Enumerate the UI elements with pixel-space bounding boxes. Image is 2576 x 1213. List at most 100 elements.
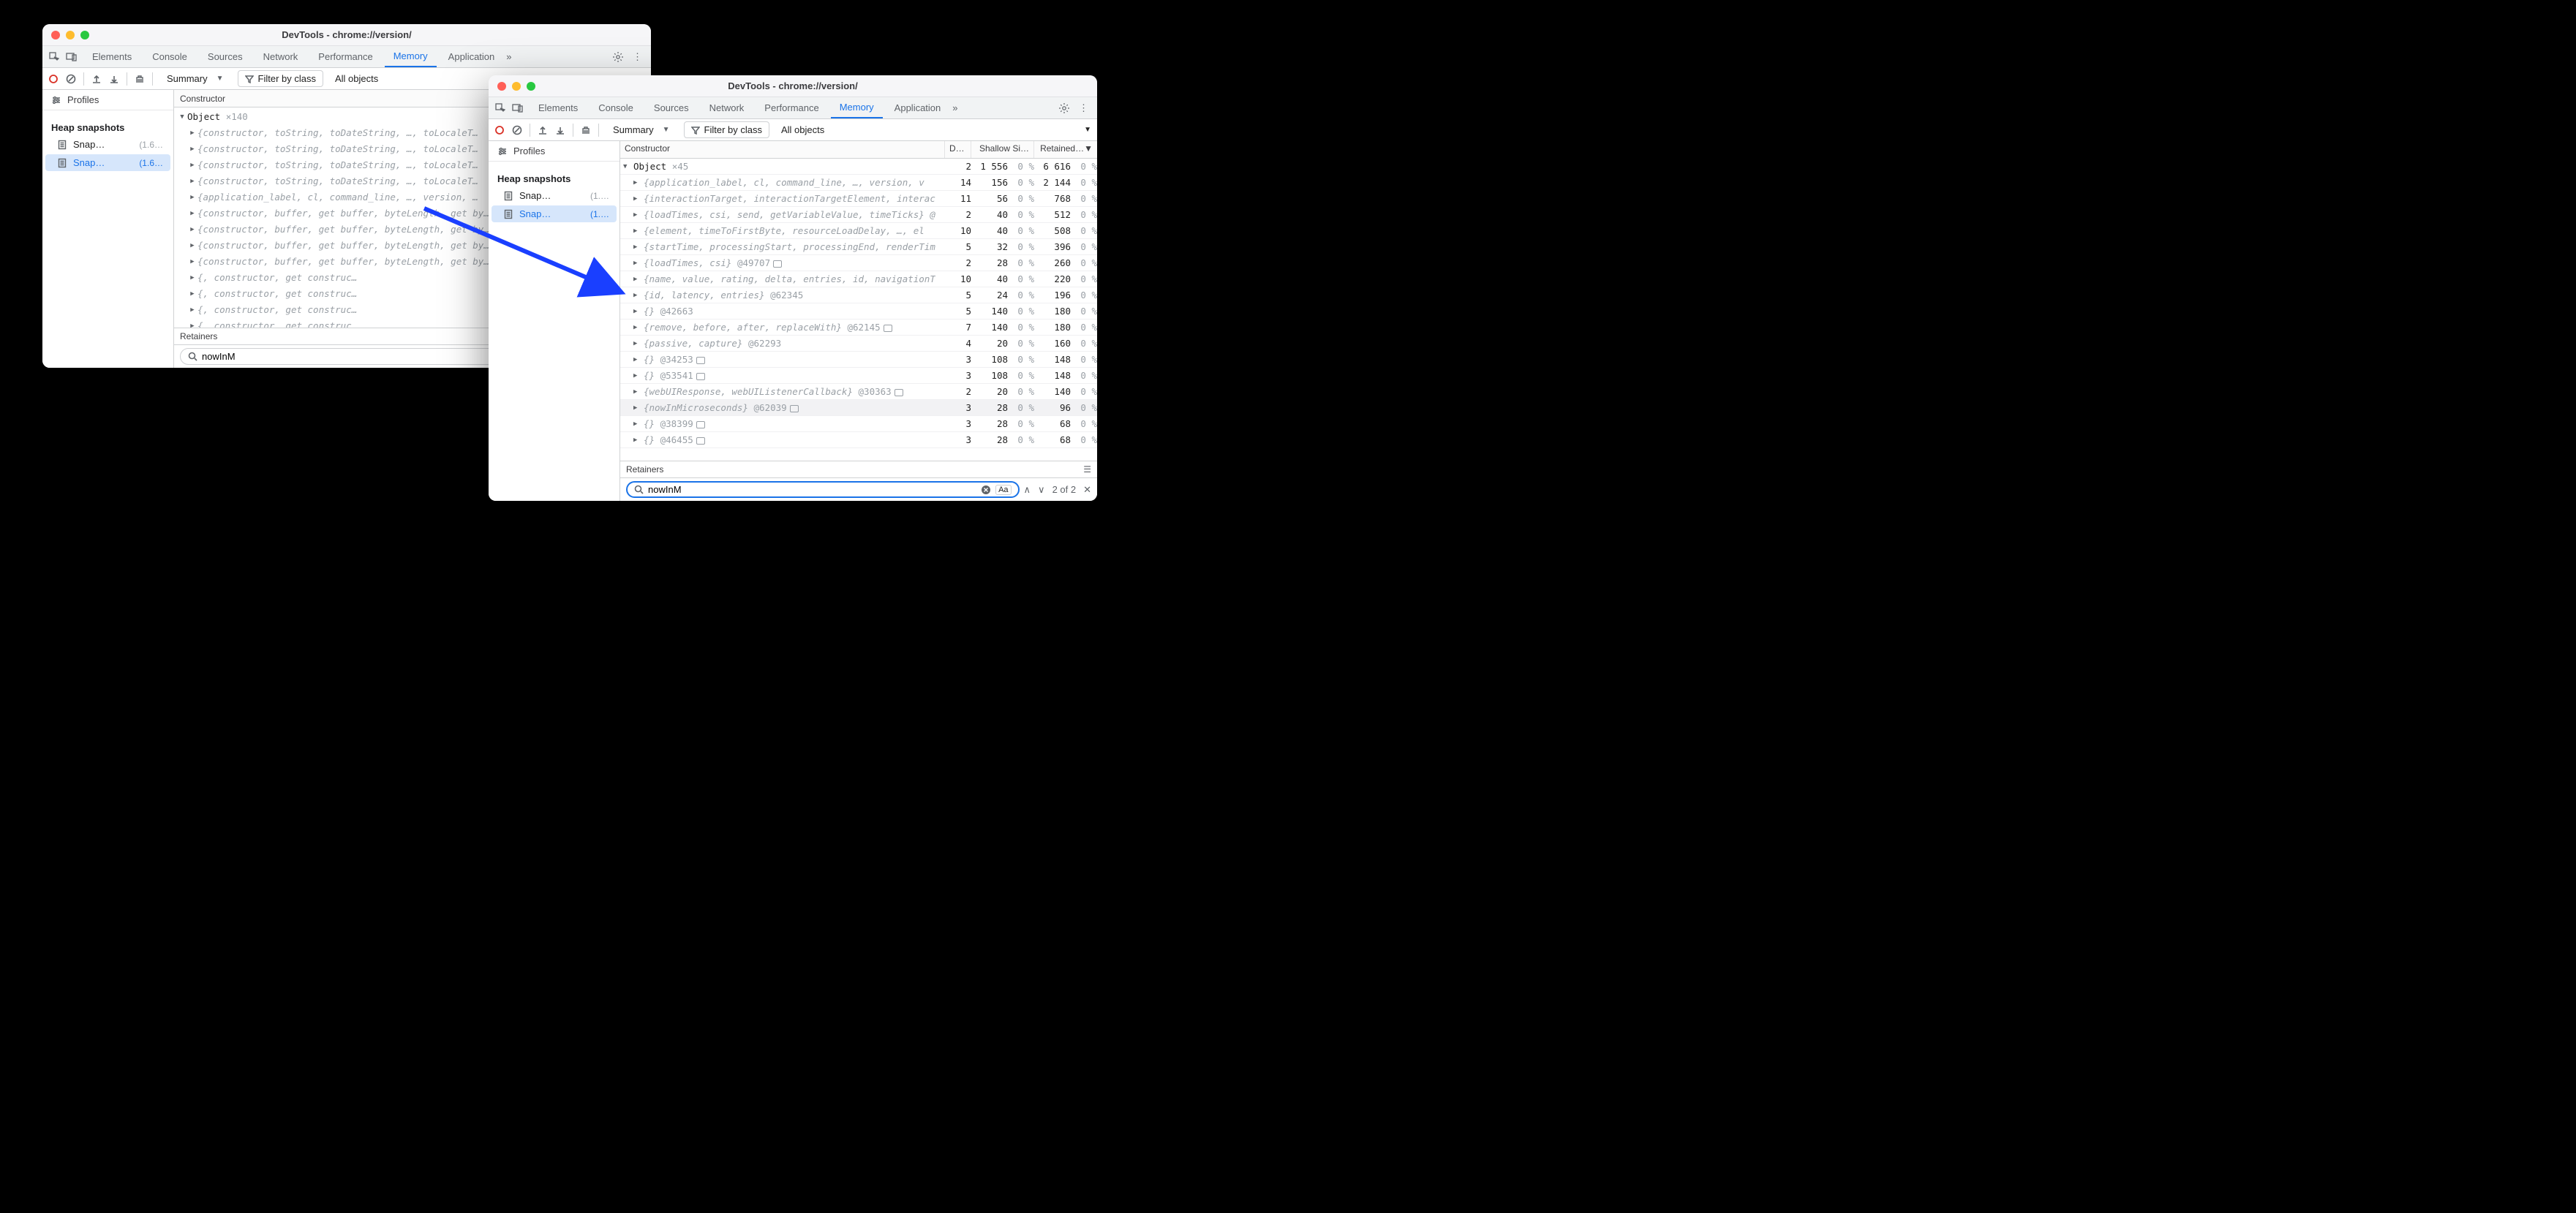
kebab-icon[interactable]: ⋮ [633, 51, 642, 63]
disclosure-triangle-icon[interactable]: ▶ [633, 340, 642, 347]
window-controls[interactable] [497, 82, 535, 91]
data-row[interactable]: ▶{id, latency, entries} @62345 5 24 0 % … [620, 287, 1097, 303]
disclosure-triangle-icon[interactable]: ▶ [187, 318, 197, 328]
data-row[interactable]: ▶{} @38399 3 28 0 % 68 0 % [620, 416, 1097, 432]
disclosure-triangle-icon[interactable]: ▶ [633, 211, 642, 219]
caret-down-icon[interactable]: ▼ [1084, 126, 1091, 134]
data-row[interactable]: ▶{remove, before, after, replaceWith} @6… [620, 320, 1097, 336]
class-filter[interactable]: Filter by class [684, 121, 769, 138]
minimize-dot[interactable] [66, 31, 75, 39]
inspect-icon[interactable] [48, 51, 60, 63]
disclosure-triangle-icon[interactable]: ▶ [633, 260, 642, 267]
disclosure-triangle-icon[interactable]: ▶ [633, 420, 642, 428]
disclosure-triangle-icon[interactable]: ▶ [633, 437, 642, 444]
upload-icon[interactable] [538, 125, 548, 135]
tab-performance[interactable]: Performance [309, 46, 381, 67]
prev-match-icon[interactable]: ∧ [1024, 484, 1031, 496]
tab-memory[interactable]: Memory [831, 97, 883, 118]
tab-network[interactable]: Network [255, 46, 307, 67]
disclosure-triangle-icon[interactable]: ▶ [187, 173, 197, 189]
tab-memory[interactable]: Memory [385, 46, 437, 67]
disclosure-triangle-icon[interactable]: ▶ [187, 286, 197, 302]
device-icon[interactable] [512, 102, 524, 114]
clear-search-icon[interactable] [981, 485, 991, 495]
tab-sources[interactable]: Sources [645, 97, 698, 118]
titlebar[interactable]: DevTools - chrome://version/ [42, 24, 651, 46]
close-search-icon[interactable]: ✕ [1083, 484, 1091, 496]
tab-console[interactable]: Console [143, 46, 196, 67]
more-tabs-icon[interactable]: » [952, 102, 957, 113]
disclosure-triangle-icon[interactable]: ▶ [187, 238, 197, 254]
data-row[interactable]: ▶{nowInMicroseconds} @62039 3 28 0 % 96 … [620, 400, 1097, 416]
clear-icon[interactable] [66, 74, 76, 84]
match-case-toggle[interactable]: Aa [995, 485, 1011, 495]
tab-sources[interactable]: Sources [199, 46, 252, 67]
tab-network[interactable]: Network [701, 97, 753, 118]
data-row[interactable]: ▶{} @34253 3 108 0 % 148 0 % [620, 352, 1097, 368]
next-match-icon[interactable]: ∨ [1038, 484, 1045, 496]
data-row[interactable]: ▶{interactionTarget, interactionTargetEl… [620, 191, 1097, 207]
data-row[interactable]: ▶{loadTimes, csi, send, getVariableValue… [620, 207, 1097, 223]
view-dropdown[interactable]: Summary ▼ [606, 121, 677, 138]
disclosure-triangle-icon[interactable]: ▶ [633, 356, 642, 363]
clear-icon[interactable] [512, 125, 522, 135]
kebab-icon[interactable]: ⋮ [1079, 102, 1088, 114]
data-row[interactable]: ▶{startTime, processingStart, processing… [620, 239, 1097, 255]
col-constructor[interactable]: Constructor [620, 141, 945, 158]
data-row[interactable]: ▶{passive, capture} @62293 4 20 0 % 160 … [620, 336, 1097, 352]
menu-icon[interactable]: ☰ [1083, 464, 1091, 475]
disclosure-triangle-icon[interactable]: ▶ [633, 227, 642, 235]
zoom-dot[interactable] [527, 82, 535, 91]
snapshot-item[interactable]: Snap…(1.… [492, 205, 617, 222]
disclosure-triangle-icon[interactable]: ▶ [633, 404, 642, 412]
upload-icon[interactable] [91, 74, 102, 84]
disclosure-triangle-icon[interactable]: ▶ [187, 205, 197, 222]
disclosure-triangle-icon[interactable]: ▶ [633, 195, 642, 203]
disclosure-triangle-icon[interactable]: ▶ [633, 388, 642, 396]
zoom-dot[interactable] [80, 31, 89, 39]
device-icon[interactable] [66, 51, 78, 63]
disclosure-triangle-icon[interactable]: ▶ [633, 276, 642, 283]
tab-elements[interactable]: Elements [530, 97, 587, 118]
disclosure-triangle-icon[interactable]: ▶ [187, 189, 197, 205]
disclosure-triangle-icon[interactable]: ▶ [187, 157, 197, 173]
tab-application[interactable]: Application [440, 46, 504, 67]
search-input[interactable] [648, 484, 976, 495]
tab-elements[interactable]: Elements [83, 46, 140, 67]
snapshot-item[interactable]: Snap…(1.… [492, 187, 617, 204]
window-controls[interactable] [51, 31, 89, 39]
col-shallow-size[interactable]: Shallow Si… [971, 141, 1034, 158]
tab-application[interactable]: Application [886, 97, 950, 118]
disclosure-triangle-icon[interactable]: ▶ [187, 302, 197, 318]
close-dot[interactable] [497, 82, 506, 91]
disclosure-triangle-icon[interactable]: ▶ [633, 372, 642, 379]
download-icon[interactable] [109, 74, 119, 84]
class-filter[interactable]: Filter by class [238, 70, 323, 87]
snapshot-item[interactable]: Snap…(1.6… [45, 136, 170, 153]
gear-icon[interactable] [612, 51, 624, 63]
data-row[interactable]: ▶{loadTimes, csi} @49707 2 28 0 % 260 0 … [620, 255, 1097, 271]
disclosure-triangle-icon[interactable]: ▶ [633, 179, 642, 186]
data-row[interactable]: ▶{application_label, cl, command_line, …… [620, 175, 1097, 191]
disclosure-triangle-icon[interactable]: ▶ [187, 125, 197, 141]
disclosure-triangle-icon[interactable]: ▶ [633, 292, 642, 299]
data-row[interactable]: ▶{webUIResponse, webUIListenerCallback} … [620, 384, 1097, 400]
data-row[interactable]: ▶{} @42663 5 140 0 % 180 0 % [620, 303, 1097, 320]
tab-performance[interactable]: Performance [756, 97, 827, 118]
disclosure-triangle-icon[interactable]: ▶ [187, 270, 197, 286]
record-icon[interactable] [48, 74, 59, 84]
disclosure-triangle-icon[interactable]: ▶ [633, 324, 642, 331]
disclosure-triangle-icon[interactable]: ▶ [187, 254, 197, 270]
col-distance[interactable]: Di… [945, 141, 971, 158]
data-row[interactable]: ▶{element, timeToFirstByte, resourceLoad… [620, 223, 1097, 239]
col-retained-size[interactable]: Retained…▼ [1034, 141, 1097, 158]
data-row[interactable]: ▶{} @46455 3 28 0 % 68 0 % [620, 432, 1097, 448]
disclosure-triangle-icon[interactable]: ▶ [187, 141, 197, 157]
inspect-icon[interactable] [494, 102, 506, 114]
disclosure-triangle-icon[interactable]: ▶ [187, 222, 197, 238]
titlebar[interactable]: DevTools - chrome://version/ [489, 75, 1097, 97]
disclosure-triangle-icon[interactable]: ▶ [633, 243, 642, 251]
search-input-wrap[interactable]: Aa [626, 481, 1020, 498]
gear-icon[interactable] [1058, 102, 1070, 114]
gc-icon[interactable] [581, 125, 591, 135]
